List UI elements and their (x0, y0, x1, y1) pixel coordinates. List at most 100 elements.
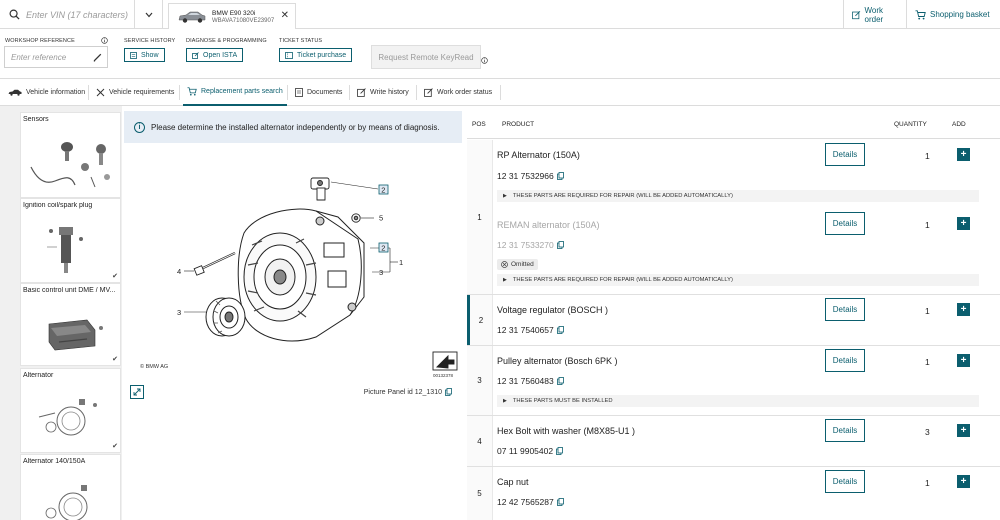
tab-vehicle-information[interactable]: Vehicle information (4, 79, 89, 106)
thumbnail-ignition-coil[interactable]: Ignition coil/spark plug ✔ (20, 198, 121, 283)
part-number: 12 31 7532966 (497, 171, 564, 181)
part-number-text: 12 31 7533270 (497, 240, 554, 250)
table-row: 5 Cap nut 12 42 7565287 Details 1 + (467, 467, 1000, 520)
thumbnail-sensors[interactable]: Sensors (20, 112, 121, 198)
callout-label: 3 (177, 308, 181, 317)
expand-image-button[interactable] (130, 385, 144, 399)
vin-search-input[interactable]: Enter VIN (17 characters) (0, 0, 135, 29)
header-pos: POS (472, 121, 486, 128)
repair-note[interactable]: ▶ THESE PARTS ARE REQUIRED FOR REPAIR (W… (497, 190, 979, 202)
parts-table: POS PRODUCT QUANTITY ADD 1 RP Alternator… (467, 111, 1000, 520)
workshop-toolbar: WORKSHOP REFERENCE Enter reference SERVI… (0, 29, 1000, 79)
tab-divider (349, 85, 350, 100)
copy-icon[interactable] (556, 241, 564, 249)
info-icon[interactable] (481, 57, 488, 64)
shopping-basket-button[interactable]: Shopping basket (906, 0, 1000, 29)
info-icon[interactable] (101, 37, 108, 44)
install-note[interactable]: ▶ THESE PARTS MUST BE INSTALLED (497, 395, 979, 407)
product-name: Cap nut (497, 477, 529, 487)
checkmark-icon: ✔ (112, 356, 118, 363)
header-product: PRODUCT (502, 121, 535, 128)
add-to-basket-button[interactable]: + (957, 217, 970, 230)
product-name: Voltage regulator (BOSCH ) (497, 305, 609, 315)
document-icon (130, 51, 137, 59)
part-number: 12 31 7533270 (497, 240, 564, 250)
vin-placeholder: Enter VIN (17 characters) (26, 9, 129, 20)
copy-icon[interactable] (556, 498, 564, 506)
search-icon (9, 9, 20, 20)
remote-keyread-button[interactable]: Request Remote KeyRead (371, 45, 481, 69)
chevron-down-icon (145, 12, 152, 17)
alternator-exploded-view: 2 5 2 1 3 4 3 (177, 177, 458, 371)
copyright-text: © BMW AG (140, 364, 169, 370)
add-to-basket-button[interactable]: + (957, 148, 970, 161)
shopping-basket-label: Shopping basket (930, 10, 990, 19)
car-icon (178, 11, 206, 23)
copy-icon[interactable] (556, 377, 564, 385)
tab-write-history[interactable]: Write history (353, 79, 413, 106)
edit-icon (852, 10, 861, 19)
quantity: 3 (925, 427, 930, 437)
position-number: 5 (467, 467, 493, 520)
thumbnail-alternator[interactable]: Alternator ✔ (20, 368, 121, 453)
work-order-button[interactable]: Work order (843, 0, 906, 29)
repair-note[interactable]: ▶ THESE PARTS ARE REQUIRED FOR REPAIR (W… (497, 274, 979, 286)
details-button[interactable]: Details (825, 419, 865, 442)
add-to-basket-button[interactable]: + (957, 424, 970, 437)
open-ista-button[interactable]: Open ISTA (186, 48, 244, 62)
details-button[interactable]: Details (825, 212, 865, 235)
quantity: 1 (925, 357, 930, 367)
install-note-text: THESE PARTS MUST BE INSTALLED (512, 398, 613, 404)
workshop-reference-label: WORKSHOP REFERENCE (5, 38, 75, 44)
vehicle-vin: WBAVA71080VE23907 (212, 17, 275, 24)
reference-placeholder: Enter reference (11, 52, 67, 62)
show-button[interactable]: Show (124, 48, 165, 62)
vehicle-tab[interactable]: BMW E90 320i WBAVA71080VE23907 ✕ (168, 3, 296, 29)
details-button[interactable]: Details (825, 470, 865, 493)
product-name: RP Alternator (150A) (497, 150, 580, 160)
header-add: ADD (952, 121, 966, 128)
add-to-basket-button[interactable]: + (957, 354, 970, 367)
thumbnail-control-unit[interactable]: Basic control unit DME / MV... ✔ (20, 283, 121, 366)
ticket-icon (285, 51, 293, 59)
tab-documents[interactable]: Documents (291, 79, 346, 106)
sensors-diagram-thumbnail (30, 142, 110, 188)
copy-icon[interactable] (445, 388, 452, 396)
details-button[interactable]: Details (825, 143, 865, 166)
details-button[interactable]: Details (825, 349, 865, 372)
details-button[interactable]: Details (825, 298, 865, 321)
tab-label: Replacement parts search (201, 88, 283, 95)
thumbnail-alternator-140-150a[interactable]: Alternator 140/150A (20, 454, 121, 520)
product-name: REMAN alternator (150A) (497, 220, 600, 230)
callout-label: 3 (379, 268, 383, 277)
copy-icon[interactable] (556, 326, 564, 334)
diagram-thumbnail-list[interactable]: Sensors Ignition coil/spark plug ✔ Basic… (0, 106, 122, 520)
quantity: 1 (925, 306, 930, 316)
close-icon[interactable]: ✕ (281, 10, 289, 21)
tab-vehicle-requirements[interactable]: Vehicle requirements (92, 79, 178, 106)
part-number-text: 07 11 9905402 (497, 446, 554, 456)
add-to-basket-button[interactable]: + (957, 303, 970, 316)
tab-work-order-status[interactable]: Work order status (420, 79, 496, 106)
tab-replacement-parts-search[interactable]: Replacement parts search (183, 79, 287, 106)
document-icon (295, 88, 303, 97)
tab-divider (287, 85, 288, 100)
quantity: 1 (925, 478, 930, 488)
exploded-view-diagram[interactable]: 2 5 2 1 3 4 3 (128, 147, 460, 403)
tab-label: Vehicle information (26, 89, 86, 96)
edit-icon (357, 88, 366, 97)
thumbnail-title: Alternator (23, 372, 54, 379)
part-number: 12 31 7540657 (497, 325, 564, 335)
copy-icon[interactable] (556, 172, 564, 180)
tab-divider (500, 85, 501, 100)
product-name: Hex Bolt with washer (M8X85-U1 ) (497, 426, 636, 436)
part-number-text: 12 42 7565287 (497, 497, 554, 507)
reference-input[interactable]: Enter reference (4, 46, 108, 68)
control-unit-diagram-thumbnail (48, 319, 103, 351)
add-to-basket-button[interactable]: + (957, 475, 970, 488)
part-number-text: 12 31 7540657 (497, 325, 554, 335)
open-ista-label: Open ISTA (203, 51, 238, 59)
copy-icon[interactable] (556, 447, 563, 455)
vin-history-dropdown[interactable] (135, 0, 163, 29)
ticket-purchase-button[interactable]: Ticket purchase (279, 48, 353, 62)
